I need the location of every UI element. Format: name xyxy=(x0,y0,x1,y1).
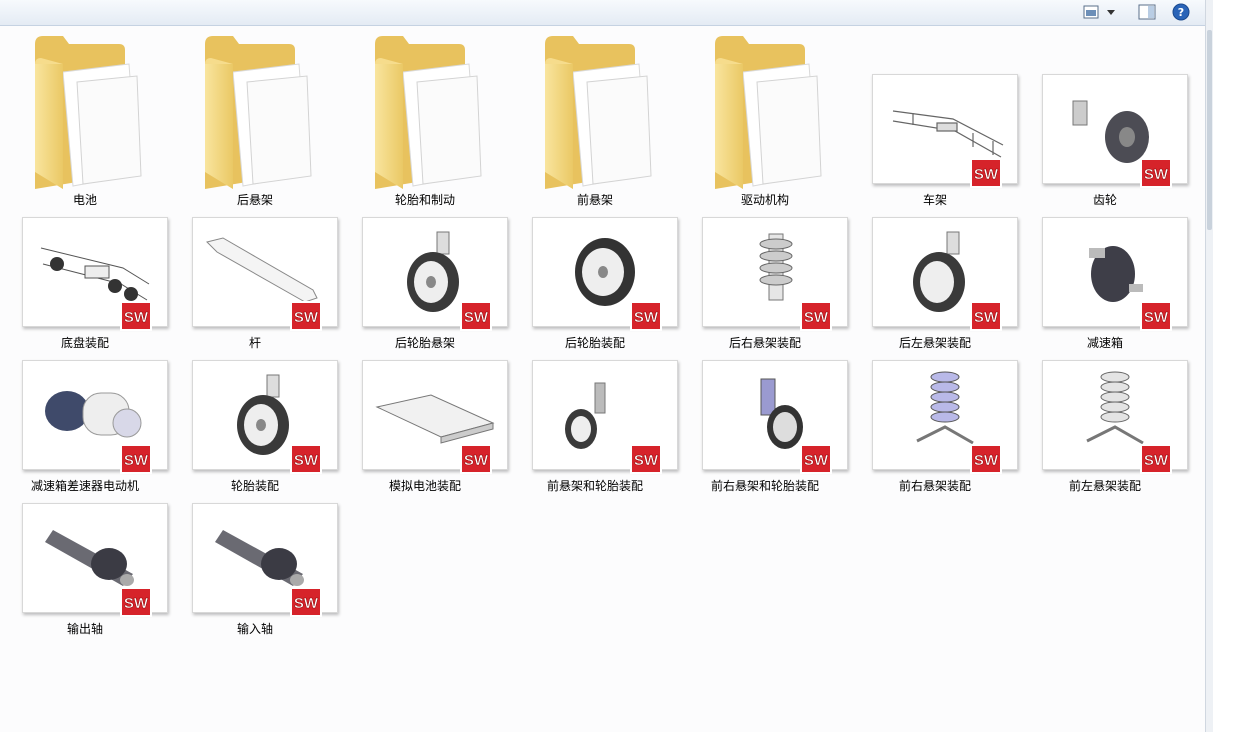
item-label: 电池 xyxy=(72,193,97,207)
svg-text:SW: SW xyxy=(634,309,659,326)
folder-item[interactable]: 轮胎和制动 xyxy=(340,26,510,207)
item-label: 底盘装配 xyxy=(60,336,109,350)
folder-icon xyxy=(373,34,483,189)
folder-item[interactable]: 电池 xyxy=(0,26,170,207)
file-item[interactable]: SW 后轮胎悬架 xyxy=(340,217,510,357)
item-label: 后左悬架装配 xyxy=(898,336,971,350)
svg-text:SW: SW xyxy=(294,309,319,326)
item-label: 前右悬架装配 xyxy=(898,479,971,493)
chevron-down-icon[interactable] xyxy=(1104,2,1118,22)
solidworks-badge-icon: SW xyxy=(460,444,492,474)
item-label: 后轮胎装配 xyxy=(564,336,625,350)
svg-text:?: ? xyxy=(1178,6,1184,19)
file-item[interactable]: SW 减速箱 xyxy=(1020,217,1190,357)
folder-item[interactable]: 后悬架 xyxy=(170,26,340,207)
folder-icon xyxy=(543,34,653,189)
item-label: 后悬架 xyxy=(236,193,273,207)
view-icon[interactable] xyxy=(1080,2,1102,22)
file-item[interactable]: SW 后左悬架装配 xyxy=(850,217,1020,357)
file-item[interactable]: SW 齿轮 xyxy=(1020,74,1190,214)
svg-text:SW: SW xyxy=(1144,166,1169,183)
folder-item[interactable]: 前悬架 xyxy=(510,26,680,207)
svg-text:SW: SW xyxy=(464,452,489,469)
svg-text:SW: SW xyxy=(124,452,149,469)
folder-icon xyxy=(203,34,313,189)
solidworks-badge-icon: SW xyxy=(970,158,1002,188)
item-label: 模拟电池装配 xyxy=(388,479,461,493)
file-item[interactable]: SW 减速箱差速器电动机 xyxy=(0,360,170,500)
scrollbar-thumb[interactable] xyxy=(1207,30,1212,230)
item-label: 减速箱差速器电动机 xyxy=(30,479,139,493)
svg-text:SW: SW xyxy=(124,309,149,326)
svg-text:SW: SW xyxy=(804,309,829,326)
file-item[interactable]: SW 后右悬架装配 xyxy=(680,217,850,357)
svg-text:SW: SW xyxy=(804,452,829,469)
item-label: 后右悬架装配 xyxy=(728,336,801,350)
file-item[interactable]: SW 输入轴 xyxy=(170,503,340,643)
solidworks-badge-icon: SW xyxy=(120,587,152,617)
solidworks-badge-icon: SW xyxy=(800,301,832,331)
svg-text:SW: SW xyxy=(974,309,999,326)
svg-text:SW: SW xyxy=(294,452,319,469)
solidworks-badge-icon: SW xyxy=(630,444,662,474)
item-label: 前右悬架和轮胎装配 xyxy=(710,479,819,493)
item-label: 杆 xyxy=(248,336,261,350)
svg-text:SW: SW xyxy=(974,452,999,469)
file-item[interactable]: SW 前左悬架装配 xyxy=(1020,360,1190,500)
item-label: 前悬架和轮胎装配 xyxy=(546,479,643,493)
item-label: 减速箱 xyxy=(1086,336,1123,350)
folder-icon xyxy=(713,34,823,189)
file-item[interactable]: SW 前悬架和轮胎装配 xyxy=(510,360,680,500)
solidworks-badge-icon: SW xyxy=(1140,444,1172,474)
solidworks-badge-icon: SW xyxy=(290,444,322,474)
solidworks-badge-icon: SW xyxy=(120,444,152,474)
svg-text:SW: SW xyxy=(294,595,319,612)
solidworks-badge-icon: SW xyxy=(460,301,492,331)
solidworks-badge-icon: SW xyxy=(1140,301,1172,331)
item-label: 驱动机构 xyxy=(740,193,789,207)
item-label: 轮胎装配 xyxy=(230,479,279,493)
item-label: 前悬架 xyxy=(576,193,613,207)
svg-text:SW: SW xyxy=(464,309,489,326)
file-item[interactable]: SW 杆 xyxy=(170,217,340,357)
file-item[interactable]: SW 车架 xyxy=(850,74,1020,214)
svg-text:SW: SW xyxy=(974,166,999,183)
file-item[interactable]: SW 输出轴 xyxy=(0,503,170,643)
file-item[interactable]: SW 底盘装配 xyxy=(0,217,170,357)
file-item[interactable]: SW 轮胎装配 xyxy=(170,360,340,500)
solidworks-badge-icon: SW xyxy=(290,301,322,331)
solidworks-badge-icon: SW xyxy=(630,301,662,331)
item-label: 前左悬架装配 xyxy=(1068,479,1141,493)
svg-text:SW: SW xyxy=(1144,452,1169,469)
item-label: 输入轴 xyxy=(236,622,273,636)
file-item[interactable]: SW 模拟电池装配 xyxy=(340,360,510,500)
solidworks-badge-icon: SW xyxy=(970,444,1002,474)
solidworks-badge-icon: SW xyxy=(970,301,1002,331)
item-label: 车架 xyxy=(922,193,947,207)
item-label: 输出轴 xyxy=(66,622,103,636)
solidworks-badge-icon: SW xyxy=(290,587,322,617)
help-icon[interactable]: ? xyxy=(1170,2,1192,22)
svg-text:SW: SW xyxy=(124,595,149,612)
solidworks-badge-icon: SW xyxy=(1140,158,1172,188)
file-item[interactable]: SW 后轮胎装配 xyxy=(510,217,680,357)
item-label: 齿轮 xyxy=(1092,193,1117,207)
solidworks-badge-icon: SW xyxy=(800,444,832,474)
item-label: 轮胎和制动 xyxy=(394,193,455,207)
toolbar: ? xyxy=(0,0,1208,26)
svg-text:SW: SW xyxy=(634,452,659,469)
folder-icon xyxy=(33,34,143,189)
preview-pane-icon[interactable] xyxy=(1136,2,1158,22)
file-item[interactable]: SW 前右悬架装配 xyxy=(850,360,1020,500)
item-label: 后轮胎悬架 xyxy=(394,336,455,350)
solidworks-badge-icon: SW xyxy=(120,301,152,331)
file-view: 电池 后悬架 轮胎和制动 前悬架 驱动机构 SW 车架 SW 齿轮 SW 底盘装… xyxy=(0,26,1205,732)
folder-item[interactable]: 驱动机构 xyxy=(680,26,850,207)
svg-text:SW: SW xyxy=(1144,309,1169,326)
file-item[interactable]: SW 前右悬架和轮胎装配 xyxy=(680,360,850,500)
